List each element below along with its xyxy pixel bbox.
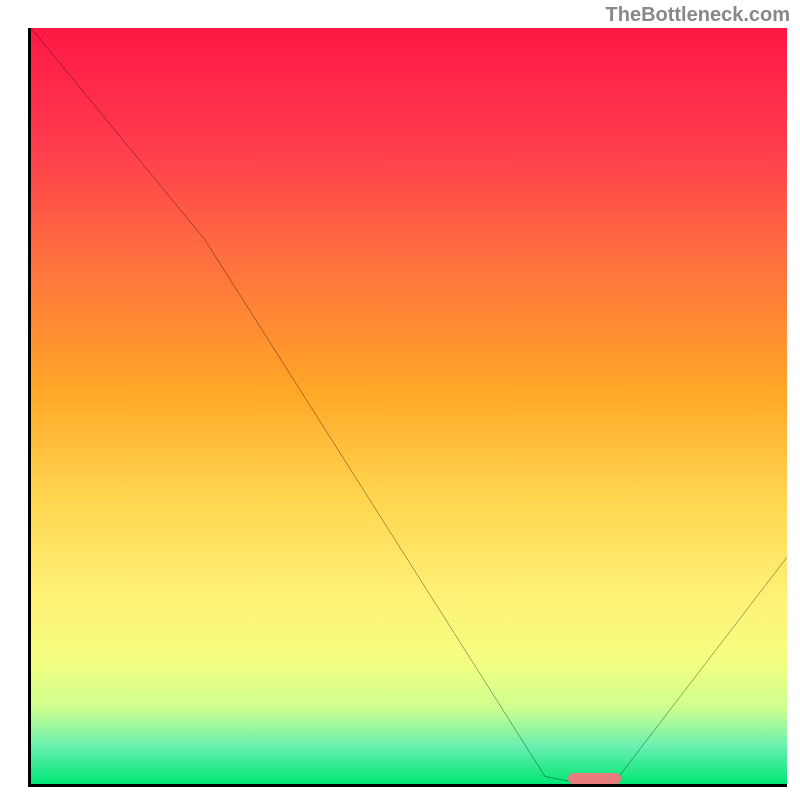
chart-line-curve: [31, 28, 787, 784]
chart-optimal-marker: [568, 773, 621, 784]
watermark-text: TheBottleneck.com: [606, 4, 790, 27]
chart-plot-area: [28, 28, 787, 787]
